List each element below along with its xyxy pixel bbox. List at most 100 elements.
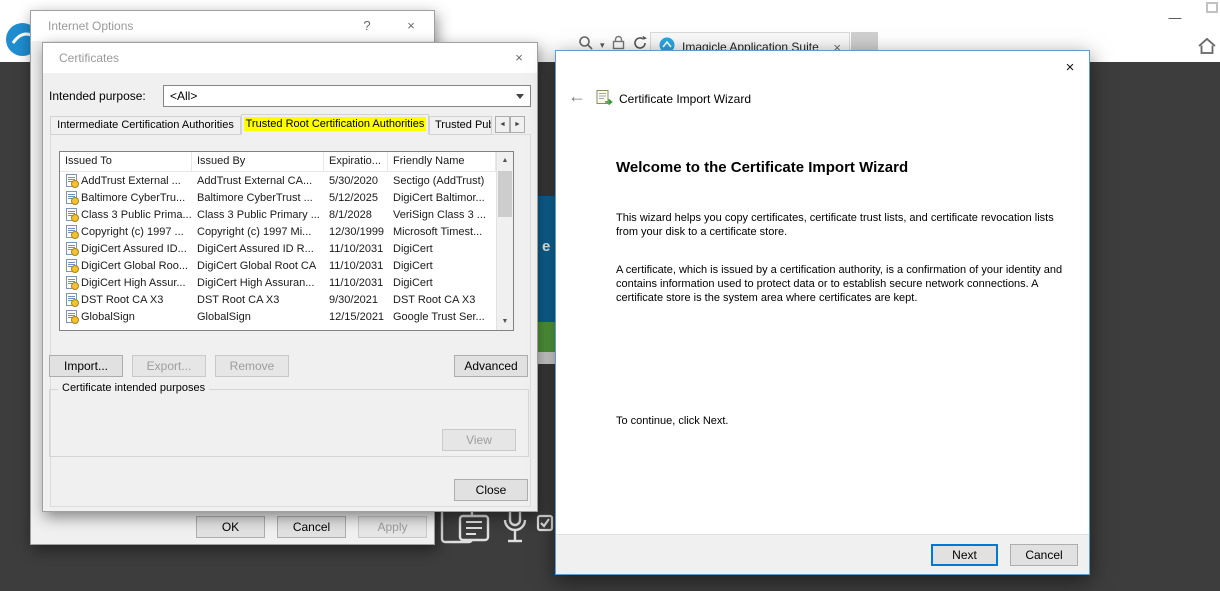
import-button[interactable]: Import...	[49, 355, 123, 377]
advanced-button[interactable]: Advanced	[454, 355, 528, 377]
close-icon[interactable]: ×	[397, 15, 425, 37]
table-cell: Baltimore CyberTru...	[60, 189, 192, 206]
table-cell: DigiCert	[388, 240, 496, 257]
tab-trusted-root-authorities[interactable]: Trusted Root Certification Authorities	[241, 114, 429, 135]
next-button[interactable]: Next	[931, 544, 998, 566]
table-row[interactable]: Copyright (c) 1997 ...Copyright (c) 1997…	[60, 223, 496, 240]
certificate-icon	[66, 225, 77, 238]
column-header-issued-by[interactable]: Issued By	[192, 152, 324, 171]
table-row[interactable]: Class 3 Public Prima...Class 3 Public Pr…	[60, 206, 496, 223]
apply-button[interactable]: Apply	[358, 516, 427, 538]
table-cell: DigiCert Assured ID...	[60, 240, 192, 257]
screen: — ▾ Imagicle Application Suite ×	[0, 0, 1220, 591]
table-cell: 12/15/2021	[324, 308, 388, 325]
table-row[interactable]: AddTrust External ...AddTrust External C…	[60, 172, 496, 189]
cancel-button[interactable]: Cancel	[277, 516, 346, 538]
table-cell: DigiCert Global Roo...	[60, 257, 192, 274]
table-cell: 5/30/2020	[324, 172, 388, 189]
table-cell: DigiCert Assured ID R...	[192, 240, 324, 257]
wizard-paragraph-2: A certificate, which is issued by a cert…	[616, 263, 1082, 305]
tab-intermediate-authorities[interactable]: Intermediate Certification Authorities	[50, 116, 241, 135]
chevron-down-icon	[516, 94, 524, 99]
sidebar-letter: e	[542, 238, 550, 255]
table-cell: 5/12/2025	[324, 189, 388, 206]
table-row[interactable]: DST Root CA X3DST Root CA X39/30/2021DST…	[60, 291, 496, 308]
table-row[interactable]: DigiCert Global Roo...DigiCert Global Ro…	[60, 257, 496, 274]
scroll-down-icon[interactable]: ▼	[497, 313, 513, 330]
table-cell: GlobalSign	[192, 308, 324, 325]
certificate-icon	[66, 191, 77, 204]
table-cell: VeriSign Class 3 ...	[388, 206, 496, 223]
table-row[interactable]: DigiCert High Assur...DigiCert High Assu…	[60, 274, 496, 291]
table-cell: Class 3 Public Prima...	[60, 206, 192, 223]
certificate-icon	[66, 293, 77, 306]
remove-button[interactable]: Remove	[215, 355, 289, 377]
table-cell: Sectigo (AddTrust)	[388, 172, 496, 189]
column-header-expiration[interactable]: Expiratio...	[324, 152, 388, 171]
table-row[interactable]: GlobalSignGlobalSign12/15/2021Google Tru…	[60, 308, 496, 325]
wizard-header-title: Certificate Import Wizard	[619, 92, 751, 106]
help-button[interactable]: ?	[353, 15, 381, 37]
certificate-icon	[66, 208, 77, 221]
table-cell: Copyright (c) 1997 ...	[60, 223, 192, 240]
cancel-button[interactable]: Cancel	[1010, 544, 1078, 566]
intended-purpose-label: Intended purpose:	[49, 89, 146, 103]
checkbox-icon[interactable]	[536, 512, 554, 537]
scrollbar-thumb[interactable]	[498, 171, 512, 217]
certificate-icon	[66, 310, 77, 323]
dropdown-value: <All>	[170, 89, 197, 103]
internet-options-titlebar: Internet Options ? ×	[31, 11, 434, 41]
background-sidebar-blue: e	[538, 196, 555, 322]
scroll-up-icon[interactable]: ▲	[497, 152, 513, 169]
dialog-title: Internet Options	[48, 19, 133, 33]
window-control-partial-icon[interactable]	[1206, 2, 1218, 13]
certificates-titlebar: Certificates ×	[43, 43, 537, 73]
table-cell: DigiCert	[388, 257, 496, 274]
highlighted-tab-label: Trusted Root Certification Authorities	[244, 117, 427, 131]
export-button[interactable]: Export...	[132, 355, 206, 377]
keypad-icon[interactable]	[440, 506, 490, 551]
column-header-issued-to[interactable]: Issued To	[60, 152, 192, 171]
table-cell: 11/10/2031	[324, 257, 388, 274]
wizard-heading: Welcome to the Certificate Import Wizard	[616, 159, 908, 176]
ok-button[interactable]: OK	[196, 516, 265, 538]
intended-purpose-dropdown[interactable]: <All>	[163, 85, 531, 107]
table-header-row: Issued To Issued By Expiratio... Friendl…	[60, 152, 496, 172]
table-cell: Google Trust Ser...	[388, 308, 496, 325]
cert-table-rows: AddTrust External ...AddTrust External C…	[60, 172, 496, 325]
tab-scroll-left-icon[interactable]: ◄	[495, 116, 510, 133]
table-cell: Microsoft Timest...	[388, 223, 496, 240]
minimize-button[interactable]: —	[1160, 8, 1190, 28]
close-icon[interactable]: ×	[505, 47, 533, 69]
table-cell: DigiCert Baltimor...	[388, 189, 496, 206]
table-row[interactable]: DigiCert Assured ID...DigiCert Assured I…	[60, 240, 496, 257]
certificate-list: Issued To Issued By Expiratio... Friendl…	[59, 151, 514, 331]
table-cell: DigiCert High Assur...	[60, 274, 192, 291]
table-cell: DigiCert	[388, 274, 496, 291]
table-cell: AddTrust External ...	[60, 172, 192, 189]
certificate-import-wizard-dialog: × ← Certificate Import Wizard Welcome to…	[555, 50, 1090, 575]
table-cell: 11/10/2031	[324, 274, 388, 291]
table-cell: 8/1/2028	[324, 206, 388, 223]
certificate-icon	[66, 259, 77, 272]
certificate-icon	[66, 174, 77, 187]
table-cell: Baltimore CyberTrust ...	[192, 189, 324, 206]
table-cell: DigiCert Global Root CA	[192, 257, 324, 274]
close-icon[interactable]: ×	[1055, 57, 1085, 79]
table-cell: GlobalSign	[60, 308, 192, 325]
home-icon[interactable]	[1197, 37, 1217, 55]
table-cell: DST Root CA X3	[60, 291, 192, 308]
certificate-import-icon	[596, 90, 613, 111]
vertical-scrollbar[interactable]: ▲ ▼	[496, 152, 513, 330]
back-arrow-icon[interactable]: ←	[568, 86, 586, 107]
view-button[interactable]: View	[442, 429, 516, 451]
background-sidebar-gray	[538, 352, 555, 364]
tab-trusted-publishers[interactable]: Trusted Publ	[429, 116, 492, 135]
tab-scroll-right-icon[interactable]: ►	[510, 116, 525, 133]
close-button[interactable]: Close	[454, 479, 528, 501]
column-header-friendly-name[interactable]: Friendly Name	[388, 152, 496, 171]
table-cell: DST Root CA X3	[192, 291, 324, 308]
search-dropdown-icon[interactable]: ▾	[600, 40, 605, 50]
table-row[interactable]: Baltimore CyberTru...Baltimore CyberTrus…	[60, 189, 496, 206]
certificate-list-body: Issued To Issued By Expiratio... Friendl…	[60, 152, 496, 330]
